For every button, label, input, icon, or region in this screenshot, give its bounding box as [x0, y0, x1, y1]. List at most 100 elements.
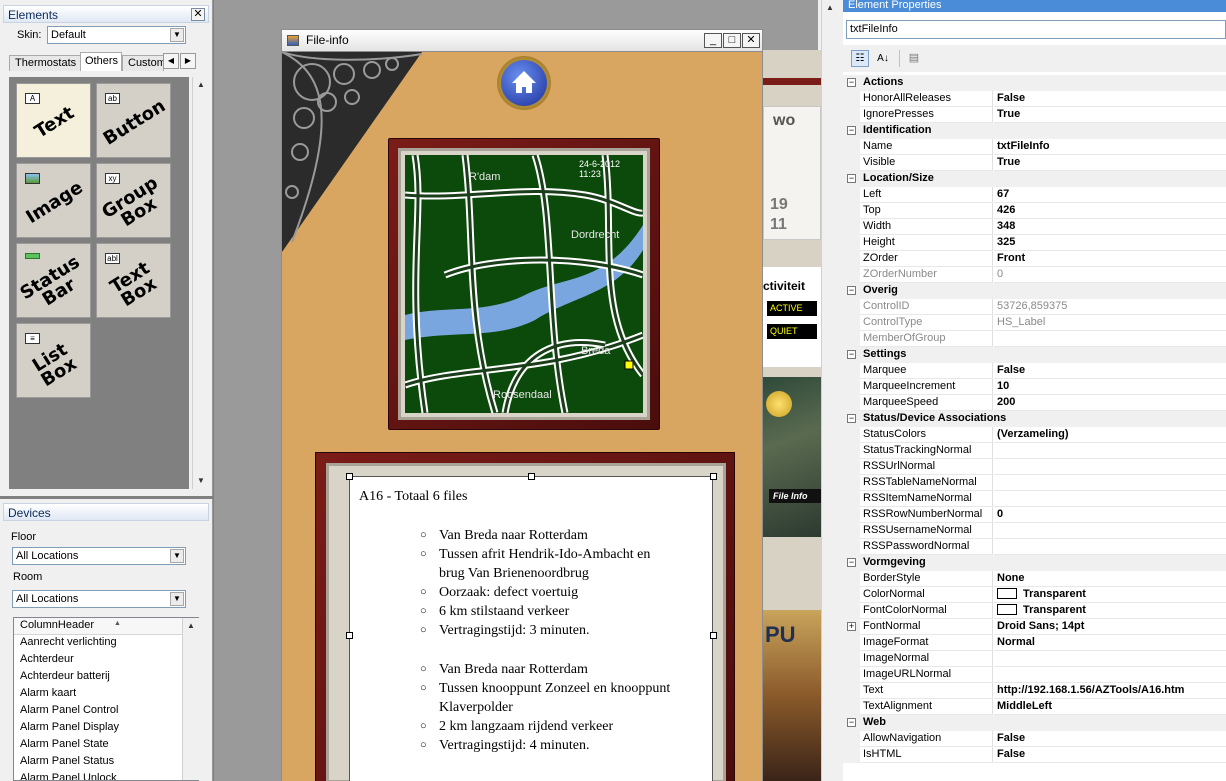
property-category[interactable]: − Actions	[843, 75, 1226, 91]
property-row[interactable]: MarqueeIncrement 10	[843, 379, 1226, 395]
scroll-up-icon[interactable]: ▲	[822, 0, 838, 16]
property-value[interactable]: 53726,859375	[994, 299, 1226, 315]
property-row[interactable]: RSSRowNumberNormal 0	[843, 507, 1226, 523]
device-list-item[interactable]: Alarm Panel State	[14, 737, 198, 754]
tab-others[interactable]: Others	[80, 52, 122, 71]
property-row[interactable]: Height 325	[843, 235, 1226, 251]
elements-scrollbar[interactable]: ▲ ▼	[192, 77, 209, 489]
minimize-icon[interactable]: _	[704, 33, 722, 48]
close-icon[interactable]: ✕	[191, 8, 205, 21]
tile-list-box[interactable]: ≡ List Box	[16, 323, 91, 398]
tile-text-box[interactable]: abl Text Box	[96, 243, 171, 318]
device-list-scrollbar[interactable]: ▲	[182, 618, 199, 780]
property-category[interactable]: − Vormgeving	[843, 555, 1226, 571]
property-value[interactable]: Front	[994, 251, 1226, 267]
property-value[interactable]: 10	[994, 379, 1226, 395]
property-row[interactable]: IgnorePresses True	[843, 107, 1226, 123]
property-row[interactable]: Name txtFileInfo	[843, 139, 1226, 155]
property-value[interactable]: False	[994, 363, 1226, 379]
room-select[interactable]: All Locations ▼	[12, 590, 186, 608]
device-list-item[interactable]: Alarm Panel Control	[14, 703, 198, 720]
property-category[interactable]: − Status/Device Associations	[843, 411, 1226, 427]
collapse-icon[interactable]: −	[847, 414, 856, 423]
chevron-down-icon[interactable]: ▼	[170, 592, 184, 606]
property-row[interactable]: StatusColors (Verzameling)	[843, 427, 1226, 443]
property-row[interactable]: ImageFormat Normal	[843, 635, 1226, 651]
property-value[interactable]: txtFileInfo	[994, 139, 1226, 155]
collapse-icon[interactable]: −	[847, 350, 856, 359]
property-row[interactable]: Visible True	[843, 155, 1226, 171]
device-list-item[interactable]: Achterdeur	[14, 652, 198, 669]
property-row[interactable]: MemberOfGroup	[843, 331, 1226, 347]
property-row[interactable]: ControlType HS_Label	[843, 315, 1226, 331]
device-list[interactable]: ColumnHeader ▲ Aanrecht verlichting Achter…	[13, 617, 199, 781]
property-row[interactable]: RSSItemNameNormal	[843, 491, 1226, 507]
property-row[interactable]: ImageNormal	[843, 651, 1226, 667]
property-row[interactable]: AllowNavigation False	[843, 731, 1226, 747]
home-button[interactable]	[497, 56, 551, 110]
property-row[interactable]: Left 67	[843, 187, 1226, 203]
resize-handle[interactable]	[346, 473, 353, 480]
property-value[interactable]	[994, 331, 1226, 347]
resize-handle[interactable]	[346, 632, 353, 639]
property-value[interactable]	[994, 475, 1226, 491]
property-row[interactable]: BorderStyle None	[843, 571, 1226, 587]
property-value[interactable]	[994, 443, 1226, 459]
property-value[interactable]: (Verzameling)	[994, 427, 1226, 443]
property-row[interactable]: RSSPasswordNormal	[843, 539, 1226, 555]
collapse-icon[interactable]: −	[847, 558, 856, 567]
tile-text[interactable]: A Text	[16, 83, 91, 158]
list-column-header[interactable]: ColumnHeader ▲	[14, 618, 198, 635]
chevron-down-icon[interactable]: ▼	[170, 28, 184, 42]
property-row[interactable]: ZOrder Front	[843, 251, 1226, 267]
property-category[interactable]: − Web	[843, 715, 1226, 731]
expand-icon[interactable]: +	[847, 622, 856, 631]
property-row[interactable]: ControlID 53726,859375	[843, 299, 1226, 315]
property-value[interactable]: True	[994, 155, 1226, 171]
resize-handle[interactable]	[528, 473, 535, 480]
sort-alpha-icon[interactable]: A↓	[874, 50, 892, 67]
device-list-item[interactable]: Aanrecht verlichting	[14, 635, 198, 652]
property-value[interactable]: 325	[994, 235, 1226, 251]
maximize-icon[interactable]: □	[723, 33, 741, 48]
property-row[interactable]: StatusTrackingNormal	[843, 443, 1226, 459]
file-info-window-titlebar[interactable]: File-info _ □ ✕	[281, 29, 763, 52]
tab-custom[interactable]: Custom	[122, 55, 164, 71]
property-row[interactable]: IsHTML False	[843, 747, 1226, 763]
property-category[interactable]: − Overig	[843, 283, 1226, 299]
property-row[interactable]: RSSUrlNormal	[843, 459, 1226, 475]
property-row[interactable]: Marquee False	[843, 363, 1226, 379]
tab-thermostats[interactable]: Thermostats	[9, 55, 81, 71]
property-value[interactable]: http://192.168.1.56/AZTools/A16.htm	[994, 683, 1226, 699]
property-value[interactable]: MiddleLeft	[994, 699, 1226, 715]
property-value[interactable]: 200	[994, 395, 1226, 411]
tile-button[interactable]: ab Button	[96, 83, 171, 158]
collapse-icon[interactable]: −	[847, 286, 856, 295]
property-value[interactable]: Transparent	[994, 587, 1226, 603]
property-row[interactable]: Text http://192.168.1.56/AZTools/A16.htm	[843, 683, 1226, 699]
chevron-down-icon[interactable]: ▼	[170, 549, 184, 563]
tile-status-bar[interactable]: Status Bar	[16, 243, 91, 318]
txtfileinfo-label[interactable]: A16 - Totaal 6 files Van Breda naar Rott…	[346, 473, 717, 781]
collapse-icon[interactable]: −	[847, 78, 856, 87]
property-value[interactable]: Normal	[994, 635, 1226, 651]
tab-scroll-left-icon[interactable]: ◀	[163, 53, 179, 69]
property-value[interactable]	[994, 651, 1226, 667]
property-value[interactable]: True	[994, 107, 1226, 123]
property-value[interactable]: Droid Sans; 14pt	[994, 619, 1226, 635]
property-category[interactable]: − Identification	[843, 123, 1226, 139]
device-list-item[interactable]: Alarm Panel Display	[14, 720, 198, 737]
property-row[interactable]: ColorNormal Transparent	[843, 587, 1226, 603]
property-category[interactable]: − Location/Size	[843, 171, 1226, 187]
property-row[interactable]: + FontNormal Droid Sans; 14pt	[843, 619, 1226, 635]
property-row[interactable]: ZOrderNumber 0	[843, 267, 1226, 283]
designer-scrollbar[interactable]: ▲	[821, 0, 838, 781]
skin-select[interactable]: Default ▼	[47, 26, 186, 44]
collapse-icon[interactable]: −	[847, 174, 856, 183]
device-list-item[interactable]: Alarm kaart	[14, 686, 198, 703]
resize-handle[interactable]	[710, 473, 717, 480]
tile-group-box[interactable]: xy Group Box	[96, 163, 171, 238]
property-value[interactable]: 348	[994, 219, 1226, 235]
property-row[interactable]: ImageURLNormal	[843, 667, 1226, 683]
property-row[interactable]: RSSUsernameNormal	[843, 523, 1226, 539]
